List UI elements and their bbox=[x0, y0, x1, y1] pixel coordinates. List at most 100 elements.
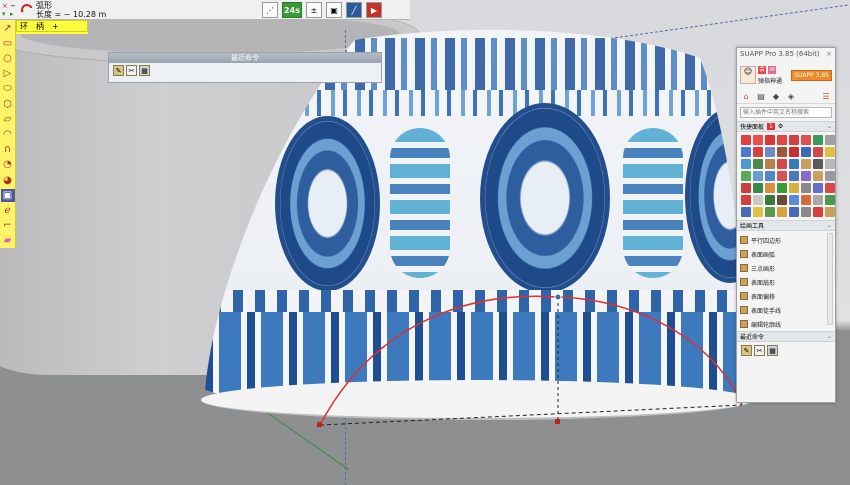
plugin-icon[interactable] bbox=[825, 207, 835, 217]
plugin-icon[interactable] bbox=[801, 207, 811, 217]
suapp-panel[interactable]: SUAPP Pro 3.85 (64bit) × ☺ 会 ✉ 弹指神通 SUAP… bbox=[736, 47, 836, 403]
list-item[interactable]: 三点画形 bbox=[740, 261, 832, 275]
recent-command-3-icon[interactable]: ▦ bbox=[139, 65, 150, 76]
add-icon[interactable]: + bbox=[52, 22, 59, 31]
plugin-icon[interactable] bbox=[741, 195, 751, 205]
home-tab-icon[interactable]: ⌂ bbox=[740, 91, 752, 102]
recent-command-2-icon[interactable]: ✂ bbox=[754, 345, 765, 356]
list-item[interactable]: 表面画弧 bbox=[740, 247, 832, 261]
list-item[interactable]: 编辑轮廓线 bbox=[740, 317, 832, 331]
list-item[interactable]: 表面扇形 bbox=[740, 275, 832, 289]
close-icon[interactable]: × bbox=[826, 50, 832, 58]
plugin-icon[interactable] bbox=[753, 159, 763, 169]
list-item[interactable]: 表面偏移 bbox=[740, 289, 832, 303]
scrollbar[interactable] bbox=[827, 233, 833, 325]
plugin-icon[interactable] bbox=[741, 159, 751, 169]
eraser-icon[interactable]: ▰ bbox=[1, 235, 15, 248]
plugin-icon[interactable] bbox=[789, 207, 799, 217]
plugin-icon[interactable] bbox=[777, 195, 787, 205]
triangle-icon[interactable]: ▷ bbox=[1, 68, 15, 81]
plugin-icon[interactable] bbox=[789, 159, 799, 169]
segments-button[interactable]: 24s bbox=[282, 2, 302, 18]
list-item[interactable]: 平行四边形 bbox=[740, 233, 832, 247]
pie-icon[interactable]: ◔ bbox=[1, 159, 15, 172]
plugin-icon[interactable] bbox=[753, 207, 763, 217]
plugin-icon[interactable] bbox=[765, 183, 775, 193]
recent-command-1-icon[interactable]: ✎ bbox=[113, 65, 124, 76]
plugin-icon[interactable] bbox=[825, 135, 835, 145]
dashed-line-icon[interactable]: ⋰ bbox=[262, 2, 278, 18]
plus-minus-icon[interactable]: ± bbox=[306, 2, 322, 18]
plugin-icon[interactable] bbox=[801, 159, 811, 169]
ellipse-icon[interactable]: ⬭ bbox=[1, 83, 15, 96]
line-tool-icon[interactable]: ╱ bbox=[346, 2, 362, 18]
chevron-down-icon[interactable]: ⌄ bbox=[827, 333, 832, 340]
play-icon[interactable]: ▸ bbox=[10, 10, 18, 18]
plugin-icon[interactable] bbox=[741, 183, 751, 193]
close-icon[interactable]: × bbox=[2, 2, 10, 10]
plugin-icon[interactable] bbox=[765, 147, 775, 157]
plugin-icon[interactable] bbox=[801, 135, 811, 145]
spiral-icon[interactable]: ℯ bbox=[1, 204, 15, 217]
avatar[interactable]: ☺ bbox=[740, 66, 756, 84]
plugin-icon[interactable] bbox=[741, 135, 751, 145]
exit-icon[interactable]: ▶ bbox=[366, 2, 382, 18]
plugin-icon[interactable] bbox=[765, 159, 775, 169]
circle-icon[interactable]: ○ bbox=[1, 52, 15, 65]
plugin-icon[interactable] bbox=[801, 147, 811, 157]
gear-icon[interactable]: ⚙ bbox=[778, 123, 783, 130]
arc-icon[interactable]: ◠ bbox=[1, 128, 15, 141]
plugin-icon[interactable] bbox=[765, 207, 775, 217]
porcelain-bowl-model[interactable] bbox=[201, 28, 750, 428]
plugin-icon[interactable] bbox=[741, 171, 751, 181]
recent-commands-panel[interactable]: 最近命令 ✎ ✂ ▦ bbox=[108, 52, 382, 83]
recent-command-3-icon[interactable]: ▦ bbox=[767, 345, 778, 356]
plugin-icon[interactable] bbox=[753, 183, 763, 193]
plugin-icon[interactable] bbox=[789, 147, 799, 157]
plugin-icon[interactable] bbox=[825, 147, 835, 157]
plugin-icon[interactable] bbox=[813, 171, 823, 181]
plugin-icon[interactable] bbox=[741, 147, 751, 157]
plugin-icon[interactable] bbox=[801, 183, 811, 193]
plugin-icon[interactable] bbox=[777, 147, 787, 157]
dash-icon[interactable]: − bbox=[10, 2, 18, 10]
drawing-tools-header[interactable]: 绘画工具 ⌄ bbox=[737, 220, 835, 231]
plugin-icon[interactable] bbox=[765, 171, 775, 181]
list-item[interactable]: 表面徒手线 bbox=[740, 303, 832, 317]
plugin-icon[interactable] bbox=[801, 195, 811, 205]
plugin-icon[interactable] bbox=[813, 195, 823, 205]
plugin-icon[interactable] bbox=[789, 135, 799, 145]
plugin-icon[interactable] bbox=[789, 183, 799, 193]
plugin-icon[interactable] bbox=[813, 183, 823, 193]
recent-commands-header[interactable]: 最近命令 ⌄ bbox=[737, 331, 835, 342]
plugin-icon[interactable] bbox=[789, 195, 799, 205]
plugin-icon[interactable] bbox=[813, 159, 823, 169]
plugin-icon[interactable] bbox=[753, 171, 763, 181]
plugin-icon[interactable] bbox=[825, 159, 835, 169]
recent-command-2-icon[interactable]: ✂ bbox=[126, 65, 137, 76]
plugin-search-input[interactable]: 输入插件中英文名称搜索 bbox=[740, 107, 832, 118]
measure-box[interactable]: 环 柄 + bbox=[16, 20, 88, 32]
chevron-down-icon[interactable]: ⌄ bbox=[827, 123, 832, 130]
plugin-icon[interactable] bbox=[825, 171, 835, 181]
curve-icon[interactable]: ∩ bbox=[1, 144, 15, 157]
plugin-icon[interactable] bbox=[753, 147, 763, 157]
tag-tab-icon[interactable]: ◈ bbox=[785, 91, 797, 102]
plugin-icon[interactable] bbox=[777, 207, 787, 217]
plugin-icon[interactable] bbox=[765, 135, 775, 145]
message-badge-icon[interactable]: ✉ bbox=[768, 65, 776, 74]
cut-icon[interactable]: ◕ bbox=[1, 174, 15, 187]
toolbox-tab-icon[interactable]: ▤ bbox=[755, 91, 767, 102]
pro-badge[interactable]: SUAPP 3.85 bbox=[791, 69, 832, 81]
offset-icon[interactable]: ▣ bbox=[0, 189, 15, 203]
plugin-icon[interactable] bbox=[753, 195, 763, 205]
plugin-icon[interactable] bbox=[813, 207, 823, 217]
plugin-icon[interactable] bbox=[777, 171, 787, 181]
rectangle-icon[interactable]: ▭ bbox=[1, 37, 15, 50]
chevron-down-icon[interactable]: ⌄ bbox=[827, 222, 832, 229]
plugin-icon[interactable] bbox=[789, 171, 799, 181]
bag-tab-icon[interactable]: ◆ bbox=[770, 91, 782, 102]
plugin-icon[interactable] bbox=[753, 135, 763, 145]
plugin-icon[interactable] bbox=[825, 183, 835, 193]
line-point-icon[interactable]: ⌐ bbox=[1, 220, 15, 233]
